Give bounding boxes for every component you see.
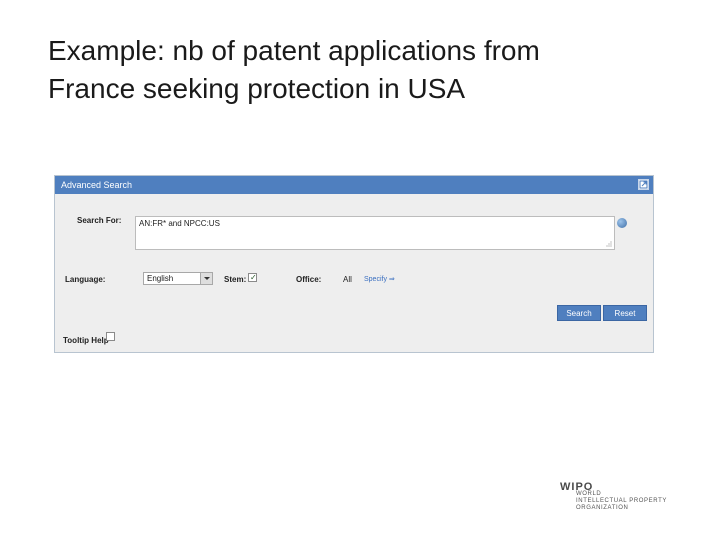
language-selected-value: English [147,274,174,283]
office-label: Office: [296,275,322,284]
language-label: Language: [65,275,106,284]
search-button[interactable]: Search [557,305,601,321]
wipo-logo: WIPO WORLD INTELLECTUAL PROPERTY ORGANIZ… [556,478,696,518]
slide-title-line-1: Example: nb of patent applications from [48,35,540,66]
search-query-input[interactable]: AN:FR* and NPCC:US [135,216,615,250]
help-icon[interactable] [617,218,627,228]
reset-button[interactable]: Reset [603,305,647,321]
search-query-value: AN:FR* and NPCC:US [139,219,220,228]
resize-grip-icon[interactable] [606,241,612,247]
search-for-label: Search For: [77,216,122,225]
stem-checkbox[interactable]: ✓ [248,273,257,282]
tooltip-help-checkbox[interactable] [106,332,115,341]
stem-label: Stem: [224,275,247,284]
tooltip-help-label: Tooltip Help [63,336,109,345]
chevron-down-icon[interactable] [200,273,212,284]
language-select[interactable]: English [143,272,213,285]
panel-title: Advanced Search [61,180,133,190]
specify-link[interactable]: Specify ⇒ [364,275,395,283]
advanced-search-panel: Advanced Search Search For: AN:FR* and N… [54,175,654,353]
slide-title-line-2: France seeking protection in USA [48,73,466,104]
wipo-line-3: ORGANIZATION [576,505,629,511]
wipo-line-1: WORLD [576,491,602,497]
office-value: All [343,275,352,284]
wipo-line-2: INTELLECTUAL PROPERTY [576,498,667,504]
slide-title: Example: nb of patent applications from … [48,32,688,108]
checkmark-icon: ✓ [250,273,257,282]
wipo-full-name: WORLD INTELLECTUAL PROPERTY ORGANIZATION [576,491,667,512]
expand-window-icon[interactable] [638,179,649,190]
panel-header: Advanced Search [55,176,653,194]
